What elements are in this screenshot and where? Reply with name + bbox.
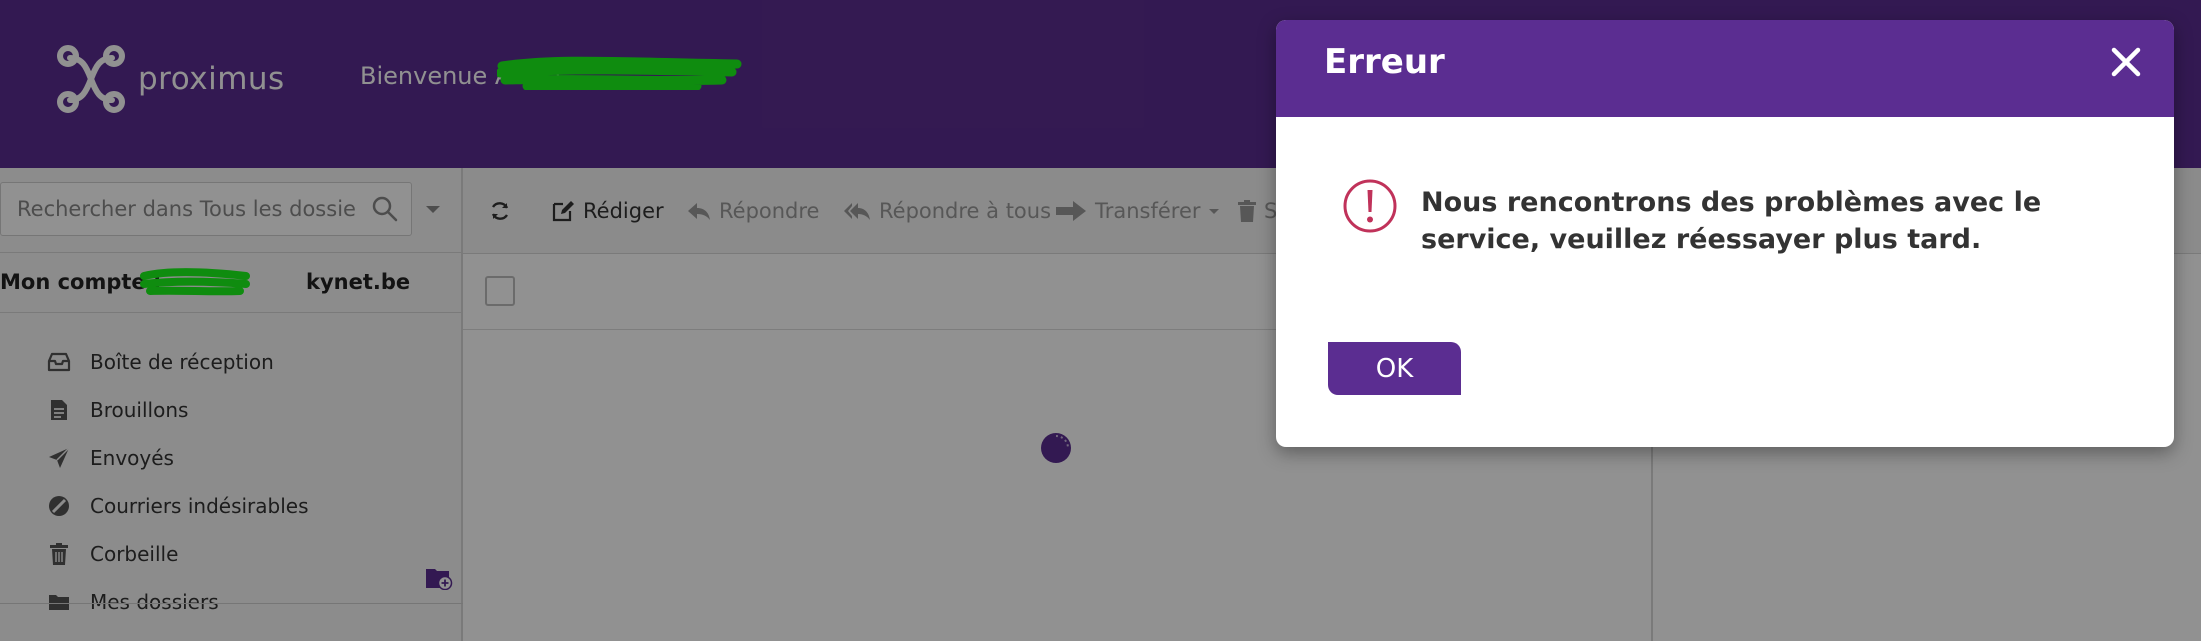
dialog-title: Erreur xyxy=(1324,42,1445,82)
ok-button[interactable]: OK xyxy=(1328,342,1461,395)
close-icon[interactable] xyxy=(2108,44,2144,80)
alert-icon xyxy=(1343,179,1397,233)
dialog-header: Erreur xyxy=(1276,20,2174,117)
dialog-message: Nous rencontrons des problèmes avec le s… xyxy=(1421,187,2042,255)
error-dialog: Erreur Nous rencontrons des problèmes av… xyxy=(1276,20,2174,447)
